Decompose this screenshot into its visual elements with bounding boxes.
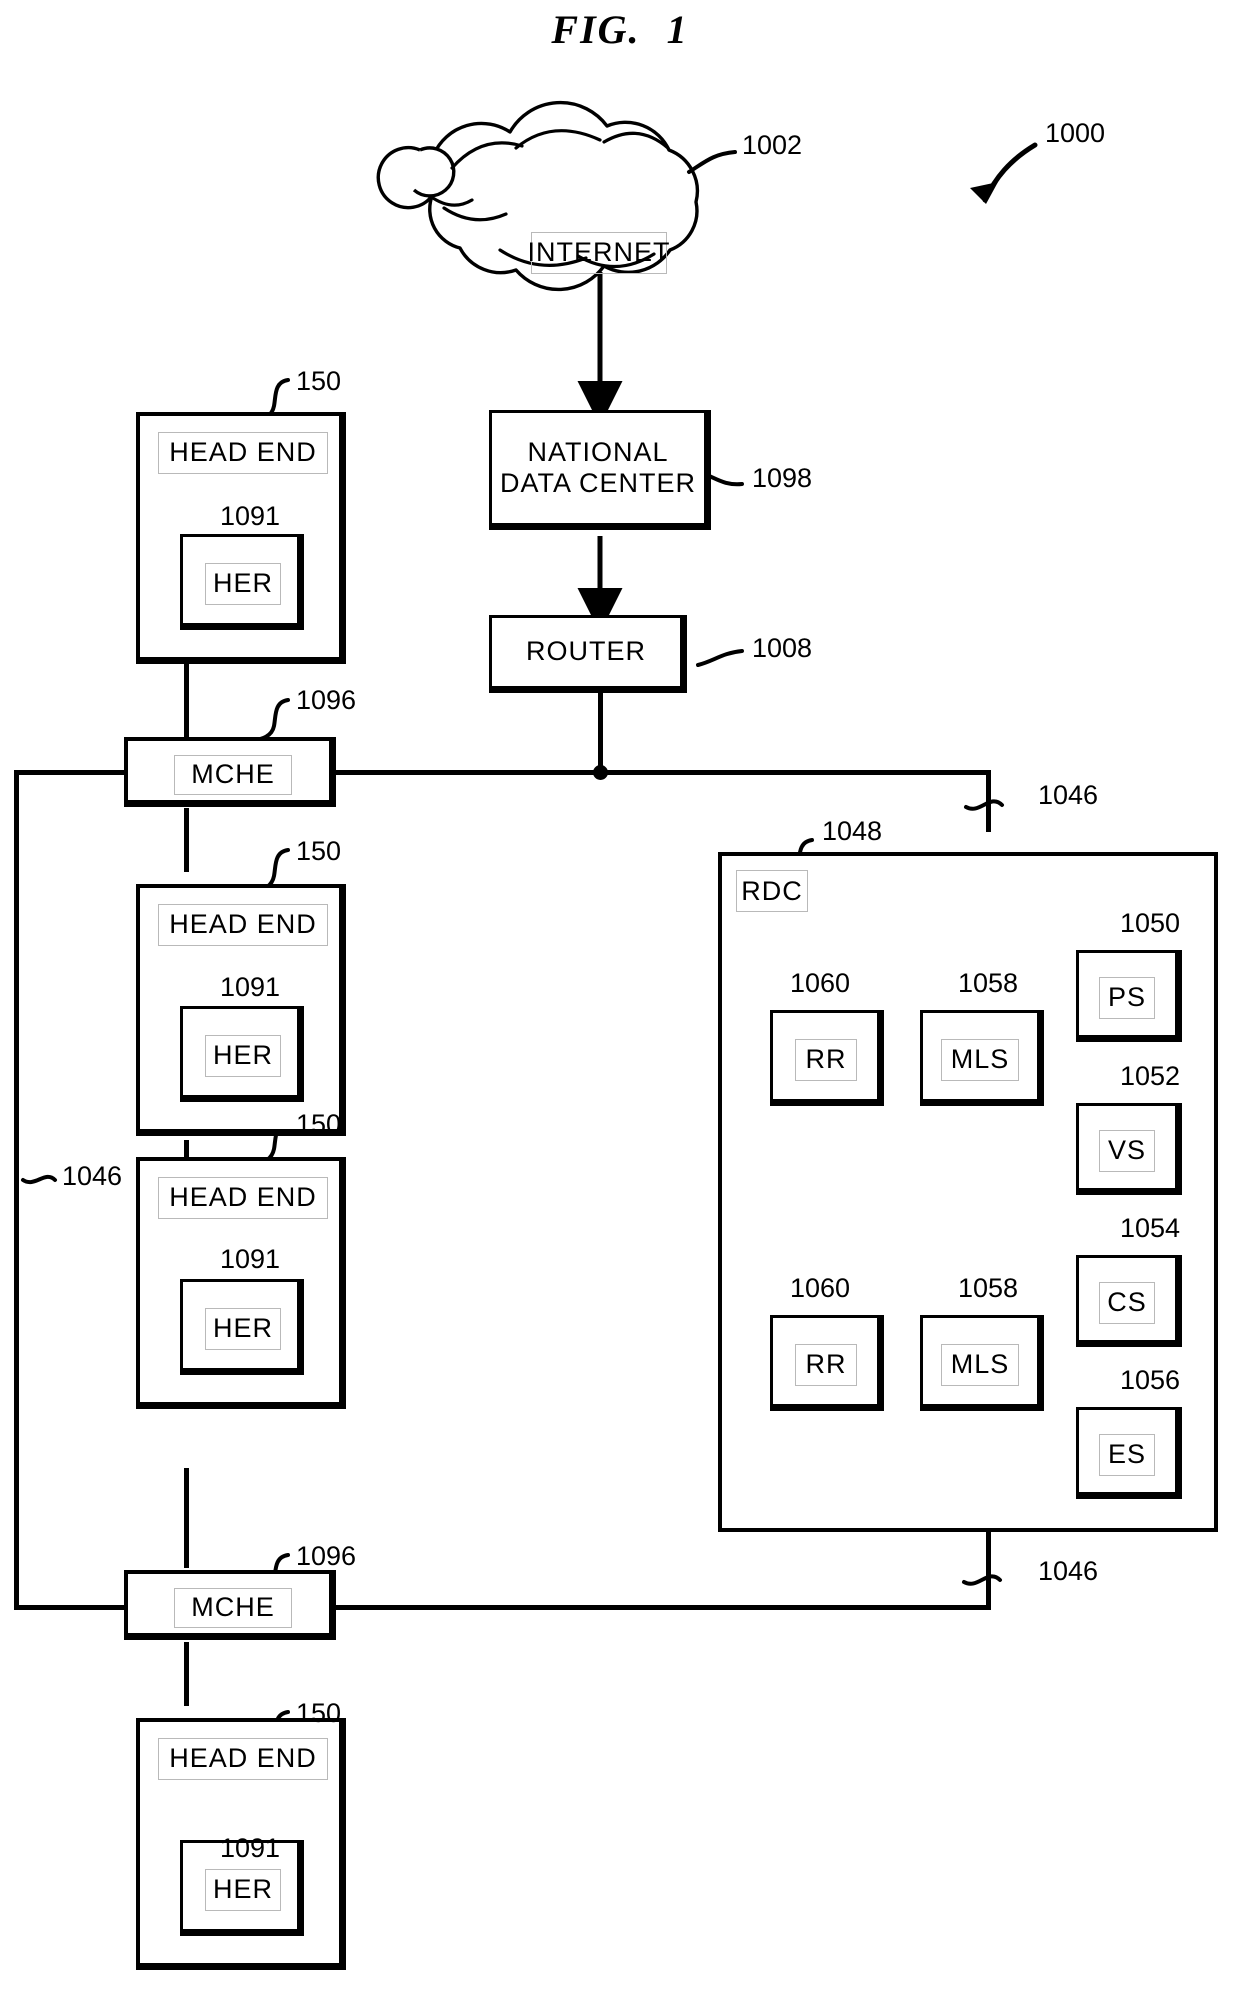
ref-1008: 1008 [752,633,813,663]
ref-1046-right-bottom: 1046 [1038,1556,1099,1586]
rdc-mls-box-2: MLS [920,1315,1044,1411]
left-loop-bottom [14,1605,124,1610]
her-box-2: HER [180,1006,304,1102]
head-end-label-4: HEAD END [158,1738,328,1780]
rdc-rr-box-2: RR [770,1315,884,1411]
ref-1096-bottom: 1096 [296,1541,357,1571]
ref-1058-2: 1058 [958,1273,1019,1303]
mche-to-he2-line [184,808,189,872]
rdc-label: RDC [736,870,808,912]
mche2-to-he4-line [184,1642,189,1706]
rdc-ps-box: PS [1076,950,1182,1042]
ref-1060-1: 1060 [790,968,851,998]
rdc-cs-label: CS [1099,1282,1155,1324]
ref-1054: 1054 [1120,1213,1181,1243]
ref-1000: 1000 [1045,118,1106,148]
ref-1091-3: 1091 [220,1244,281,1274]
bus-junction-dot [593,765,608,780]
figure-title-prefix: FIG. [551,7,641,52]
router-to-bus-line [598,692,603,772]
head-end-box-3: HEAD END HER [136,1157,346,1409]
mche-box-top: MCHE [124,737,336,807]
her-label-1: HER [205,563,281,605]
left-loop-top [14,770,124,775]
right-bus-up-line [986,1528,991,1610]
rdc-vs-label: VS [1099,1130,1155,1172]
mche-label-bottom: MCHE [174,1588,292,1628]
system-ref-arrow [982,142,1038,203]
her-label-4: HER [205,1869,281,1911]
rdc-rr-label-1: RR [795,1039,857,1081]
ref-150-1: 150 [296,366,342,396]
head-end-box-1: HEAD END HER [136,412,346,664]
rdc-es-label: ES [1099,1434,1155,1476]
ref-1050: 1050 [1120,908,1181,938]
router-box: ROUTER [489,615,687,693]
ref-1096-top: 1096 [296,685,357,715]
rdc-cs-box: CS [1076,1255,1182,1347]
ref-1046-left: 1046 [62,1161,123,1191]
figure-title-number: 1 [666,7,689,52]
her-box-1: HER [180,534,304,630]
patent-figure-page: FIG. 1 1000 INTERNET 1002 NATIONAL DATA … [0,0,1240,2004]
head-end-label-3: HEAD END [158,1177,328,1219]
rdc-mls-label-2: MLS [941,1344,1019,1386]
ref-150-4: 150 [296,1698,342,1728]
router-label: ROUTER [526,636,646,667]
rdc-mls-box-1: MLS [920,1010,1044,1106]
head-end-label-1: HEAD END [158,432,328,474]
mche-label-top: MCHE [174,755,292,795]
national-data-center-label: NATIONAL DATA CENTER [499,436,697,498]
ref-1091-2: 1091 [220,972,281,1002]
ref-1058-1: 1058 [958,968,1019,998]
left-loop-vertical [14,770,19,1610]
rdc-es-box: ES [1076,1407,1182,1499]
her-label-3: HER [205,1308,281,1350]
ref-150-2: 150 [296,836,342,866]
right-bus-down-line [986,770,991,832]
mche-box-bottom: MCHE [124,1570,336,1640]
ref-1046-right-top: 1046 [1038,780,1099,810]
rdc-rr-box-1: RR [770,1010,884,1106]
internet-label: INTERNET [528,232,670,274]
head-end-label-2: HEAD END [158,904,328,946]
ref-1098: 1098 [752,463,813,493]
ref-1048: 1048 [822,816,883,846]
top-bus-line [262,770,990,775]
system-ref-arrowhead [970,182,998,204]
ref-1091-1: 1091 [220,501,281,531]
ref-1002: 1002 [742,130,803,160]
ref-1060-2: 1060 [790,1273,851,1303]
rdc-ps-label: PS [1099,977,1155,1019]
bottom-bus-line [262,1605,990,1610]
ref-1056: 1056 [1120,1365,1181,1395]
her-box-3: HER [180,1279,304,1375]
her-label-2: HER [205,1035,281,1077]
head-end-box-2: HEAD END HER [136,884,346,1136]
figure-title: FIG. 1 [0,6,1240,53]
ref-1052: 1052 [1120,1061,1181,1091]
rdc-vs-box: VS [1076,1103,1182,1195]
internet-label-text: INTERNET [527,237,671,268]
he3-to-mche2-line [184,1468,189,1568]
national-data-center-box: NATIONAL DATA CENTER [489,410,711,530]
rdc-mls-label-1: MLS [941,1039,1019,1081]
ref-150-3: 150 [296,1109,342,1139]
ref-1091-4: 1091 [220,1833,281,1863]
rdc-rr-label-2: RR [795,1344,857,1386]
